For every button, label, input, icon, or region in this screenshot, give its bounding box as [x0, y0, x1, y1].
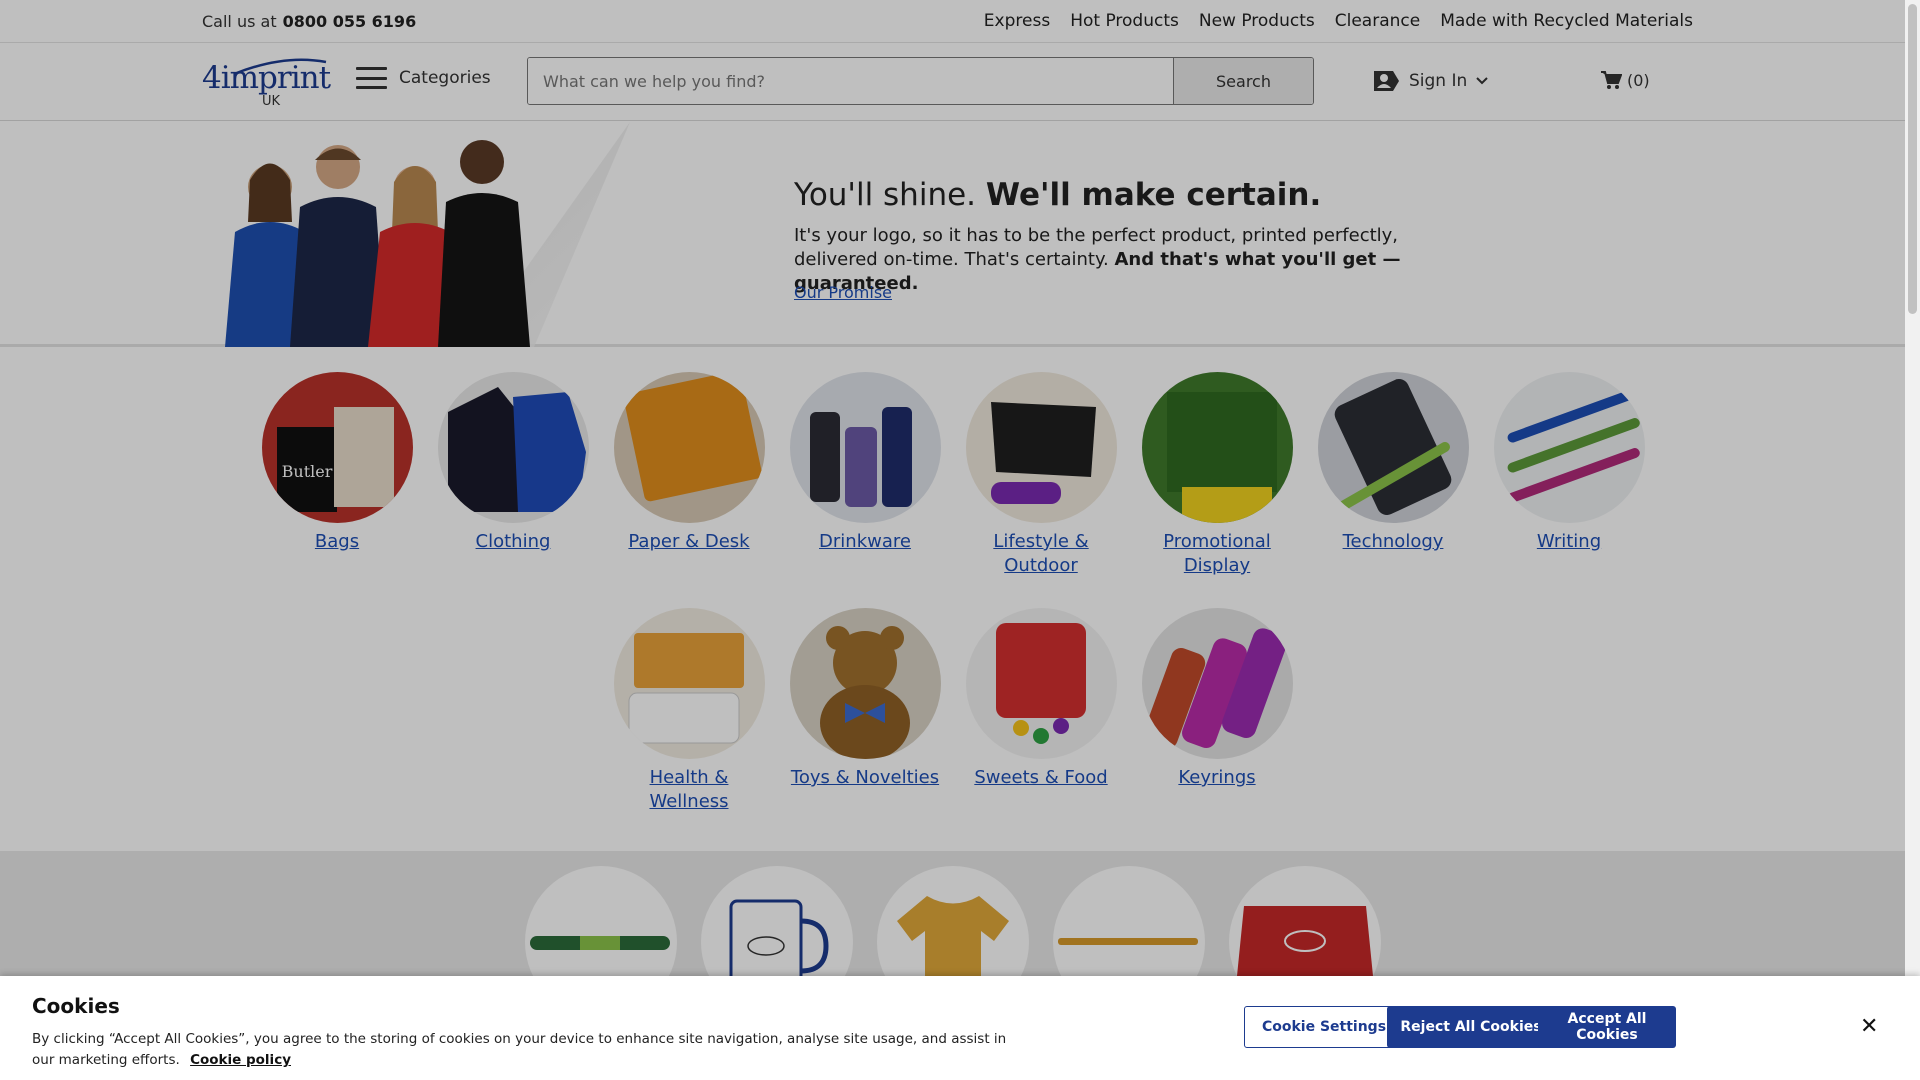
cookie-banner: Cookies By clicking “Accept All Cookies”… [0, 976, 1920, 1080]
cookie-text: By clicking “Accept All Cookies”, you ag… [32, 1029, 1012, 1071]
modal-overlay[interactable] [0, 0, 1920, 1080]
reject-all-cookies-button[interactable]: Reject All Cookies [1387, 1006, 1555, 1048]
cookie-policy-link[interactable]: Cookie policy [190, 1052, 291, 1068]
accept-all-cookies-button[interactable]: Accept All Cookies [1538, 1006, 1676, 1048]
close-icon[interactable]: ✕ [1860, 1014, 1878, 1039]
scrollbar-thumb[interactable] [1908, 4, 1917, 314]
cookie-description: By clicking “Accept All Cookies”, you ag… [32, 1031, 1007, 1068]
cookie-title: Cookies [32, 994, 120, 1018]
cookie-settings-button[interactable]: Cookie Settings [1244, 1006, 1404, 1048]
page-scrollbar[interactable] [1905, 0, 1920, 1080]
